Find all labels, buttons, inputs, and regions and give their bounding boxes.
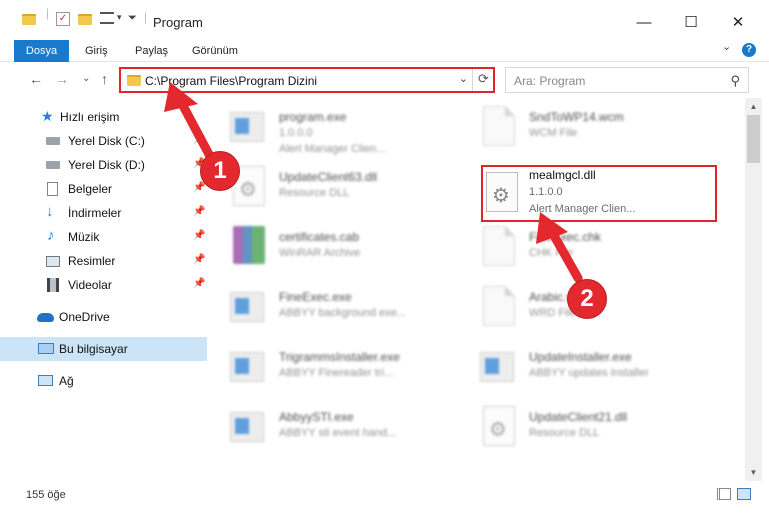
step-1-badge: 1 <box>200 151 240 191</box>
arrow-head-address <box>164 82 198 112</box>
arrow-to-address-bar <box>175 95 217 165</box>
step-2-badge: 2 <box>567 279 607 319</box>
annotation-arrows <box>164 82 583 283</box>
arrow-to-file <box>547 227 583 283</box>
